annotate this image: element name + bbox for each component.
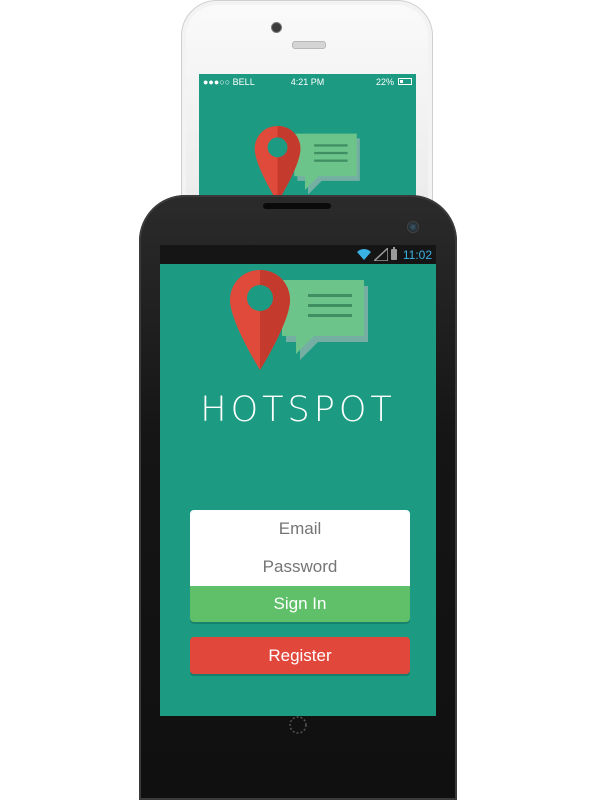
password-field[interactable] [190, 548, 410, 586]
status-icons: 11:02 [356, 247, 432, 262]
wifi-icon [356, 249, 371, 260]
ios-battery-percent: 22% [375, 77, 394, 87]
battery-icon [390, 247, 397, 260]
iphone-camera [271, 22, 282, 33]
sign-in-button[interactable]: Sign In [190, 586, 410, 622]
location-pin-chat-bubble-icon [230, 270, 368, 370]
iphone-speaker [292, 41, 326, 49]
register-button[interactable]: Register [190, 637, 410, 674]
login-form: Sign In [190, 510, 410, 622]
home-button-icon[interactable] [288, 715, 308, 735]
signal-icon [373, 248, 388, 261]
android-device: 11:02 HOTSPOT Sign In Register [139, 195, 457, 800]
status-time: 11:02 [402, 247, 432, 262]
android-earpiece [263, 203, 331, 209]
android-screen: 11:02 HOTSPOT Sign In Register [160, 245, 436, 716]
email-field[interactable] [190, 510, 410, 548]
location-pin-chat-bubble-icon [254, 126, 360, 203]
app-title: HOTSPOT [200, 390, 396, 430]
android-status-bar: 11:02 [160, 245, 436, 264]
ios-status-bar: ●●●○○ BELL 4:21 PM 22% [199, 74, 416, 90]
camera-icon [407, 221, 419, 233]
battery-icon [398, 78, 412, 85]
